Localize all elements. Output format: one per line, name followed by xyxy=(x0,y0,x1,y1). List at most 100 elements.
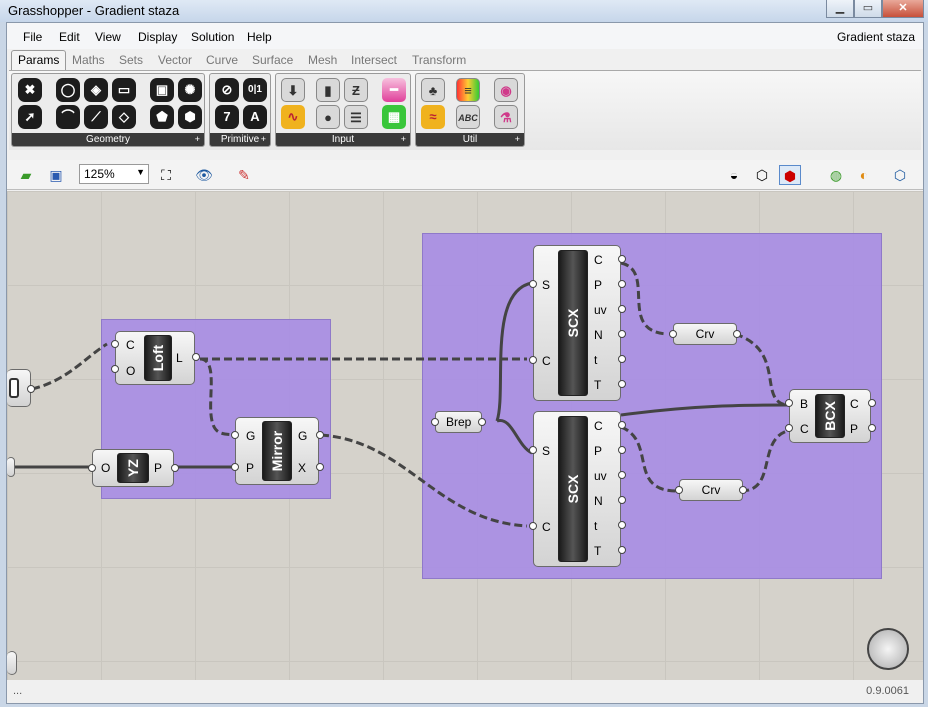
value-list-icon[interactable]: ☰ xyxy=(344,105,368,129)
text-tag-icon[interactable]: ABC xyxy=(456,105,480,129)
yz-plane-component[interactable]: O P YZ xyxy=(88,449,179,487)
circle-icon[interactable]: ◯ xyxy=(56,78,80,102)
tab-sets[interactable]: Sets xyxy=(119,53,143,67)
tab-vector[interactable]: Vector xyxy=(158,53,192,67)
tab-surface[interactable]: Surface xyxy=(252,53,293,67)
brep-param[interactable]: Brep xyxy=(431,411,487,433)
arc-icon[interactable]: ⌒ xyxy=(56,105,80,129)
box-icon[interactable]: ▣ xyxy=(150,78,174,102)
canvas[interactable]: C O L Loft G P G X Mirror O P YZ Brep S … xyxy=(7,191,923,680)
output-grip[interactable] xyxy=(171,464,179,472)
output-grip[interactable] xyxy=(618,355,626,363)
menu-solution[interactable]: Solution xyxy=(191,30,234,44)
preview-shaded-icon[interactable]: ⬡ xyxy=(751,165,773,185)
output-grip[interactable] xyxy=(618,380,626,388)
output-grip[interactable] xyxy=(618,521,626,529)
line-icon[interactable]: ⟋ xyxy=(84,105,108,129)
input-grip[interactable] xyxy=(431,418,439,426)
output-grip[interactable] xyxy=(316,463,324,471)
gradient-icon[interactable]: ▦ xyxy=(382,105,406,129)
boolean-icon[interactable]: ⊘ xyxy=(215,78,239,102)
input-grip[interactable] xyxy=(669,330,677,338)
input-grip[interactable] xyxy=(529,356,537,364)
slider-icon[interactable]: ━ xyxy=(382,78,406,102)
preview-selected-icon[interactable]: ⬢ xyxy=(779,165,801,185)
preview-eye-icon[interactable]: 👁 xyxy=(193,165,215,185)
output-grip[interactable] xyxy=(618,255,626,263)
expand-icon[interactable]: + xyxy=(515,133,520,146)
input-grip[interactable] xyxy=(675,486,683,494)
tab-transform[interactable]: Transform xyxy=(412,53,466,67)
scx-component-2[interactable]: S C C P uv N t T SCX xyxy=(529,411,626,567)
close-icon[interactable]: ✕ xyxy=(882,0,924,18)
offscreen-component-2[interactable] xyxy=(7,457,15,477)
vector-icon[interactable]: ➚ xyxy=(18,105,42,129)
flask-icon[interactable]: ⚗ xyxy=(494,105,518,129)
navigation-compass-icon[interactable] xyxy=(867,628,909,670)
loft-component[interactable]: C O L Loft xyxy=(111,331,200,385)
output-grip[interactable] xyxy=(618,546,626,554)
legend-icon[interactable]: ≡ xyxy=(456,78,480,102)
tab-mesh[interactable]: Mesh xyxy=(308,53,337,67)
input-grip[interactable] xyxy=(529,446,537,454)
output-grip[interactable] xyxy=(618,496,626,504)
menu-edit[interactable]: Edit xyxy=(59,30,80,44)
output-grip[interactable] xyxy=(618,305,626,313)
input-grip[interactable] xyxy=(231,463,239,471)
zoom-extents-icon[interactable]: ⛶ xyxy=(155,165,177,185)
string-icon[interactable]: A xyxy=(243,105,267,129)
offscreen-component-3[interactable] xyxy=(7,651,17,675)
tab-maths[interactable]: Maths xyxy=(72,53,105,67)
crv-param-2[interactable]: Crv xyxy=(675,479,747,501)
input-grip[interactable] xyxy=(111,365,119,373)
output-grip[interactable] xyxy=(27,385,35,393)
menu-view[interactable]: View xyxy=(95,30,121,44)
output-grip[interactable] xyxy=(618,280,626,288)
preview-wire-icon[interactable]: ◒ xyxy=(723,165,745,185)
output-grip[interactable] xyxy=(868,399,876,407)
curve-graph-icon[interactable]: Ƶ xyxy=(344,78,368,102)
expand-icon[interactable]: + xyxy=(261,133,266,146)
input-grip[interactable] xyxy=(529,280,537,288)
output-grip[interactable] xyxy=(316,431,324,439)
bcx-component[interactable]: B C C P BCX xyxy=(785,389,876,443)
output-grip[interactable] xyxy=(733,330,741,338)
data-graph-icon[interactable]: ≈ xyxy=(421,105,445,129)
mirror-component[interactable]: G P G X Mirror xyxy=(231,417,324,485)
input-grip[interactable] xyxy=(785,399,793,407)
open-folder-icon[interactable]: ▰ xyxy=(15,165,37,185)
input-grip[interactable] xyxy=(529,522,537,530)
output-grip[interactable] xyxy=(868,424,876,432)
crv-param-1[interactable]: Crv xyxy=(669,323,741,345)
menu-display[interactable]: Display xyxy=(138,30,177,44)
offscreen-component[interactable] xyxy=(7,369,35,407)
curve-icon[interactable]: ◈ xyxy=(84,78,108,102)
tab-curve[interactable]: Curve xyxy=(206,53,238,67)
shader-icon[interactable]: ◐ xyxy=(853,165,875,185)
output-grip[interactable] xyxy=(739,486,747,494)
output-grip[interactable] xyxy=(618,471,626,479)
menu-file[interactable]: File xyxy=(23,30,42,44)
sketch-pen-icon[interactable]: ✎ xyxy=(233,165,255,185)
geometry-icon[interactable]: ⬢ xyxy=(178,105,202,129)
bake-icon[interactable]: ◍ xyxy=(825,165,847,185)
scx-component-1[interactable]: S C C P uv N t T SCX xyxy=(529,245,626,401)
toggle-icon[interactable]: ▮ xyxy=(316,78,340,102)
expand-icon[interactable]: + xyxy=(401,133,406,146)
input-grip[interactable] xyxy=(88,464,96,472)
plane-icon[interactable]: ▭ xyxy=(112,78,136,102)
mesh-icon[interactable]: ✺ xyxy=(178,78,202,102)
tab-params[interactable]: Params xyxy=(11,50,67,72)
surface-icon[interactable]: ◇ xyxy=(112,105,136,129)
output-grip[interactable] xyxy=(618,330,626,338)
tab-intersect[interactable]: Intersect xyxy=(351,53,397,67)
tree-icon[interactable]: ♣ xyxy=(421,78,445,102)
maximize-icon[interactable]: ▭ xyxy=(854,0,882,18)
point-icon[interactable]: ✖ xyxy=(18,78,42,102)
input-grip[interactable] xyxy=(111,340,119,348)
button-icon[interactable]: ● xyxy=(316,105,340,129)
zoom-select[interactable]: 125% ▼ xyxy=(79,164,149,184)
graph-icon[interactable]: ∿ xyxy=(281,105,305,129)
expand-icon[interactable]: + xyxy=(195,133,200,146)
material-icon[interactable]: ◉ xyxy=(494,78,518,102)
